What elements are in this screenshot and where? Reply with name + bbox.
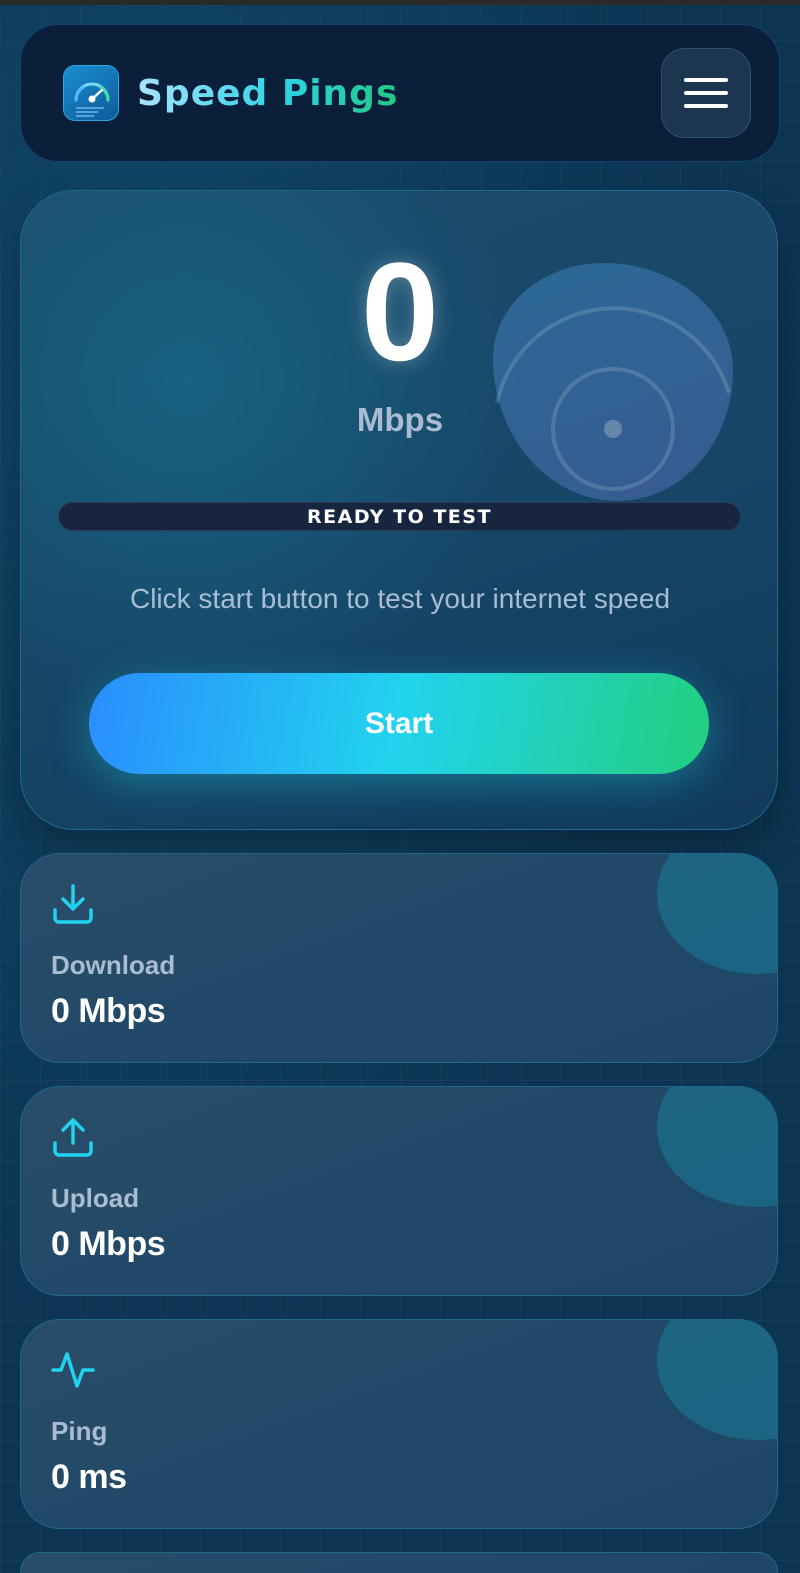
upload-icon bbox=[53, 1118, 93, 1157]
ping-label: Ping bbox=[51, 1416, 108, 1446]
download-card: Download 0 Mbps bbox=[20, 853, 778, 1063]
speed-unit: Mbps bbox=[356, 401, 444, 438]
download-label: Download bbox=[51, 950, 176, 980]
brand-name[interactable]: Speed Pings bbox=[137, 73, 398, 114]
ping-card: Ping 0 ms bbox=[20, 1319, 778, 1529]
instruction-text: Click start button to test your internet… bbox=[129, 583, 671, 614]
upload-card: Upload 0 Mbps bbox=[20, 1086, 778, 1296]
current-speed-value: 0 bbox=[361, 233, 439, 390]
activity-icon bbox=[51, 1352, 95, 1388]
ping-value: 0 ms bbox=[51, 1458, 127, 1496]
test-status: READY TO TEST bbox=[307, 505, 492, 528]
speed-test-card: 0 Mbps READY TO TEST Click start button … bbox=[20, 190, 778, 830]
upload-value: 0 Mbps bbox=[51, 1225, 166, 1263]
test-progress-bar: READY TO TEST bbox=[58, 502, 741, 531]
start-button[interactable]: Start bbox=[89, 673, 709, 774]
hamburger-menu-icon bbox=[684, 78, 728, 82]
speedometer-icon bbox=[63, 65, 119, 121]
download-icon bbox=[53, 884, 93, 924]
app-header: Speed Pings bbox=[20, 24, 780, 162]
menu-button[interactable] bbox=[661, 48, 751, 138]
upload-label: Upload bbox=[51, 1183, 140, 1213]
top-edge-bar bbox=[0, 0, 800, 5]
download-value: 0 Mbps bbox=[51, 992, 166, 1030]
stat-card-partial bbox=[20, 1552, 778, 1573]
